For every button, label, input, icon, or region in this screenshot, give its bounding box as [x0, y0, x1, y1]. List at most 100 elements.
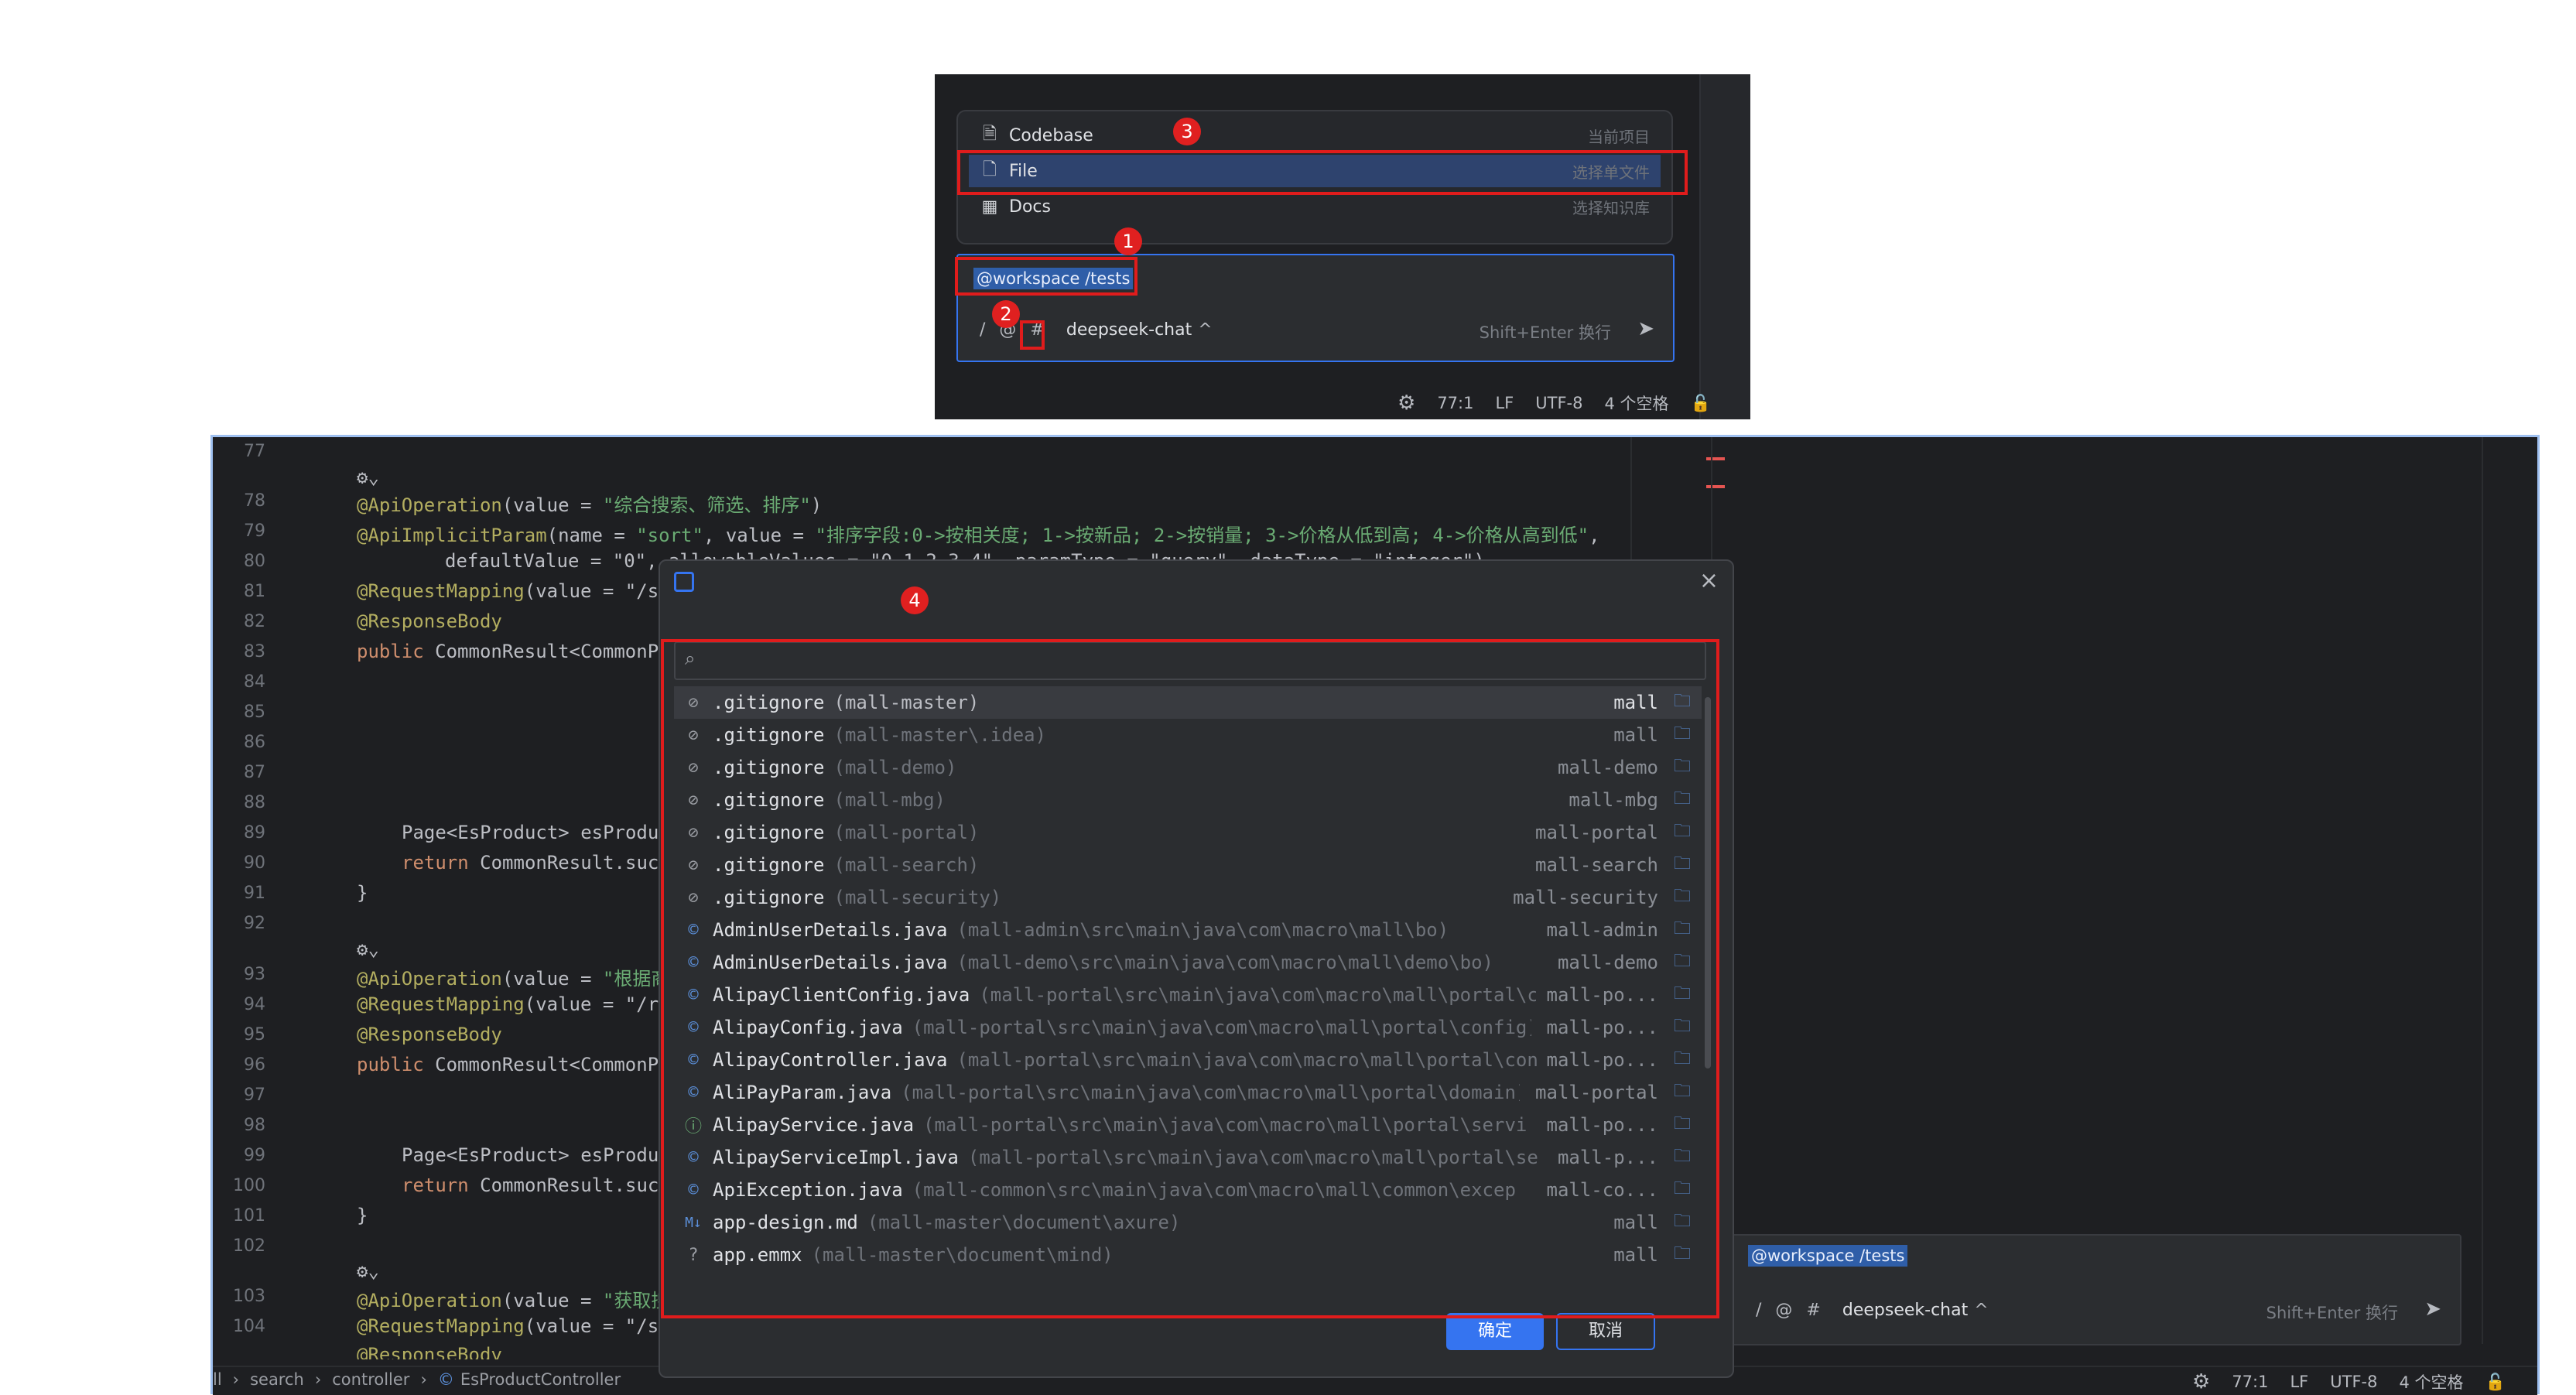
code-line: @RequestMapping(value = "/se — [357, 580, 670, 602]
code-line: @ApiOperation(value = "综合搜索、筛选、排序") — [357, 494, 823, 516]
highlight-box-input — [955, 257, 1137, 296]
side-chat-input-box[interactable]: @workspace /tests / @ # deepseek-chat ^ … — [1731, 1234, 2461, 1345]
code-line: @RequestMapping(value = "/r — [357, 993, 659, 1015]
line-number: 86 — [244, 733, 265, 752]
line-number: 95 — [244, 1025, 265, 1045]
code-line: @ResponseBody — [357, 1024, 502, 1045]
chat-input-toolbar: / @ # deepseek-chat ^ — [980, 320, 1226, 340]
status-right: ⚙ 77:1 LF UTF-8 4 个空格 🔓 — [2171, 1370, 2506, 1393]
line-number: 93 — [244, 965, 265, 984]
slash-command-button[interactable]: / — [1756, 1301, 1761, 1320]
indent-setting[interactable]: 4 个空格 — [2399, 1370, 2463, 1393]
line-number: 88 — [244, 793, 265, 812]
file-encoding[interactable]: UTF-8 — [2330, 1373, 2377, 1391]
line-ending[interactable]: LF — [1495, 394, 1514, 412]
code-line: @ResponseBody — [357, 1344, 502, 1359]
top-chat-panel: 🗎 Codebase 当前项目 🗋 File 选择单文件 ▦ Docs 选择知识… — [935, 74, 1750, 419]
send-icon[interactable]: ➤ — [2424, 1298, 2441, 1321]
indent-setting[interactable]: 4 个空格 — [1604, 391, 1668, 415]
breadcrumb-item[interactable]: search — [250, 1370, 304, 1389]
chat-input-toolbar: / @ # deepseek-chat ^ — [1756, 1301, 2003, 1320]
gutter-settings-icon[interactable]: ⚙⌄ — [357, 939, 379, 960]
chevron-up-icon[interactable]: ^ — [1974, 1301, 1988, 1320]
highlight-box-file — [957, 150, 1688, 195]
line-number: 83 — [244, 642, 265, 662]
menu-item-label: Docs — [1009, 197, 1051, 217]
code-line: } — [357, 882, 368, 904]
gutter-settings-icon[interactable]: ⚙⌄ — [357, 1260, 379, 1282]
top-status-bar: ⚙ 77:1 LF UTF-8 4 个空格 🔓 — [1376, 391, 1711, 415]
chevron-right-icon: › — [420, 1370, 427, 1389]
step-badge-4: 4 — [901, 586, 929, 614]
workspace-command-chip: @workspace /tests — [1748, 1245, 1908, 1267]
cursor-position[interactable]: 77:1 — [1437, 394, 1473, 412]
code-line: public CommonResult<CommonPa — [357, 641, 670, 662]
menu-item-hint: 当前项目 — [1588, 127, 1650, 146]
model-selector[interactable]: deepseek-chat — [1842, 1301, 1968, 1320]
breadcrumb: ll › search › controller › © EsProductCo… — [213, 1370, 621, 1389]
code-line: Page<EsProduct> esProduc — [402, 822, 670, 843]
line-number: 103 — [233, 1287, 265, 1306]
line-number: 99 — [244, 1146, 265, 1165]
gutter-settings-icon[interactable]: ⚙⌄ — [357, 467, 379, 488]
code-line: @ResponseBody — [357, 610, 502, 632]
code-line: Page<EsProduct> esProduc — [402, 1144, 670, 1166]
line-number: 84 — [244, 672, 265, 692]
menu-item-codebase[interactable]: 🗎 Codebase 当前项目 — [969, 119, 1661, 152]
close-icon[interactable]: × — [1699, 567, 1719, 594]
step-badge-3: 3 — [1173, 118, 1201, 145]
panel-right-rail — [1699, 74, 1750, 419]
copilot-icon[interactable]: ⚙ — [2192, 1370, 2210, 1393]
code-line: public CommonResult<CommonPa — [357, 1054, 670, 1075]
error-stripe-mark[interactable] — [1706, 457, 1725, 460]
line-number: 80 — [244, 552, 265, 571]
slash-command-button[interactable]: / — [980, 320, 985, 340]
step-badge-1: 1 — [1114, 227, 1142, 255]
line-number: 90 — [244, 853, 265, 873]
breadcrumb-item[interactable]: EsProductController — [460, 1370, 621, 1389]
step-badge-2: 2 — [992, 300, 1020, 328]
code-line: @ApiImplicitParam(name = "sort", value =… — [357, 525, 1600, 546]
chat-input-value[interactable]: @workspace /tests — [1748, 1245, 1908, 1267]
ok-button[interactable]: 确定 — [1446, 1313, 1544, 1350]
highlight-box-hash — [1020, 320, 1045, 350]
chevron-up-icon[interactable]: ^ — [1198, 320, 1212, 340]
line-number-gutter: 77 78 79 80 81 82 83 84 85 86 87 88 89 9… — [213, 437, 299, 1344]
side-tool-rail — [2482, 437, 2483, 1344]
line-number: 104 — [233, 1317, 265, 1336]
file-encoding[interactable]: UTF-8 — [1535, 394, 1582, 412]
menu-item-docs[interactable]: ▦ Docs 选择知识库 — [969, 190, 1661, 223]
mention-button[interactable]: @ — [1775, 1301, 1792, 1320]
line-number: 81 — [244, 582, 265, 601]
cancel-button[interactable]: 取消 — [1556, 1313, 1655, 1350]
line-number: 92 — [244, 914, 265, 933]
line-number: 77 — [244, 442, 265, 461]
line-number: 100 — [233, 1176, 265, 1195]
highlight-box-file-list — [661, 639, 1719, 1318]
line-number: 94 — [244, 995, 265, 1014]
copilot-icon[interactable]: ⚙ — [1397, 391, 1415, 415]
app-logo-icon — [674, 572, 694, 592]
code-line: @ApiOperation(value = "获取搜 — [357, 1290, 670, 1311]
lock-icon[interactable]: 🔓 — [2485, 1373, 2506, 1392]
error-stripe-mark[interactable] — [1706, 485, 1725, 488]
menu-item-label: Codebase — [1009, 125, 1093, 145]
chevron-right-icon: › — [314, 1370, 322, 1389]
model-selector[interactable]: deepseek-chat — [1066, 320, 1192, 340]
codebase-icon: 🗎 — [983, 125, 997, 144]
lock-icon[interactable]: 🔓 — [1691, 394, 1711, 413]
code-line: @RequestMapping(value = "/se — [357, 1315, 670, 1337]
shortcut-hint: Shift+Enter 换行 — [1479, 323, 1611, 342]
code-line: return CommonResult.suc — [402, 852, 659, 874]
line-ending[interactable]: LF — [2290, 1373, 2308, 1391]
line-number: 91 — [244, 884, 265, 903]
line-number: 85 — [244, 703, 265, 722]
cursor-position[interactable]: 77:1 — [2232, 1373, 2268, 1391]
breadcrumb-item[interactable]: controller — [332, 1370, 409, 1389]
line-number: 89 — [244, 823, 265, 843]
breadcrumb-item[interactable]: ll — [213, 1370, 222, 1389]
hash-context-button[interactable]: # — [1806, 1301, 1820, 1320]
send-icon[interactable]: ➤ — [1637, 317, 1654, 340]
class-icon: © — [437, 1370, 454, 1389]
code-line: @ApiOperation(value = "根据商 — [357, 968, 670, 990]
